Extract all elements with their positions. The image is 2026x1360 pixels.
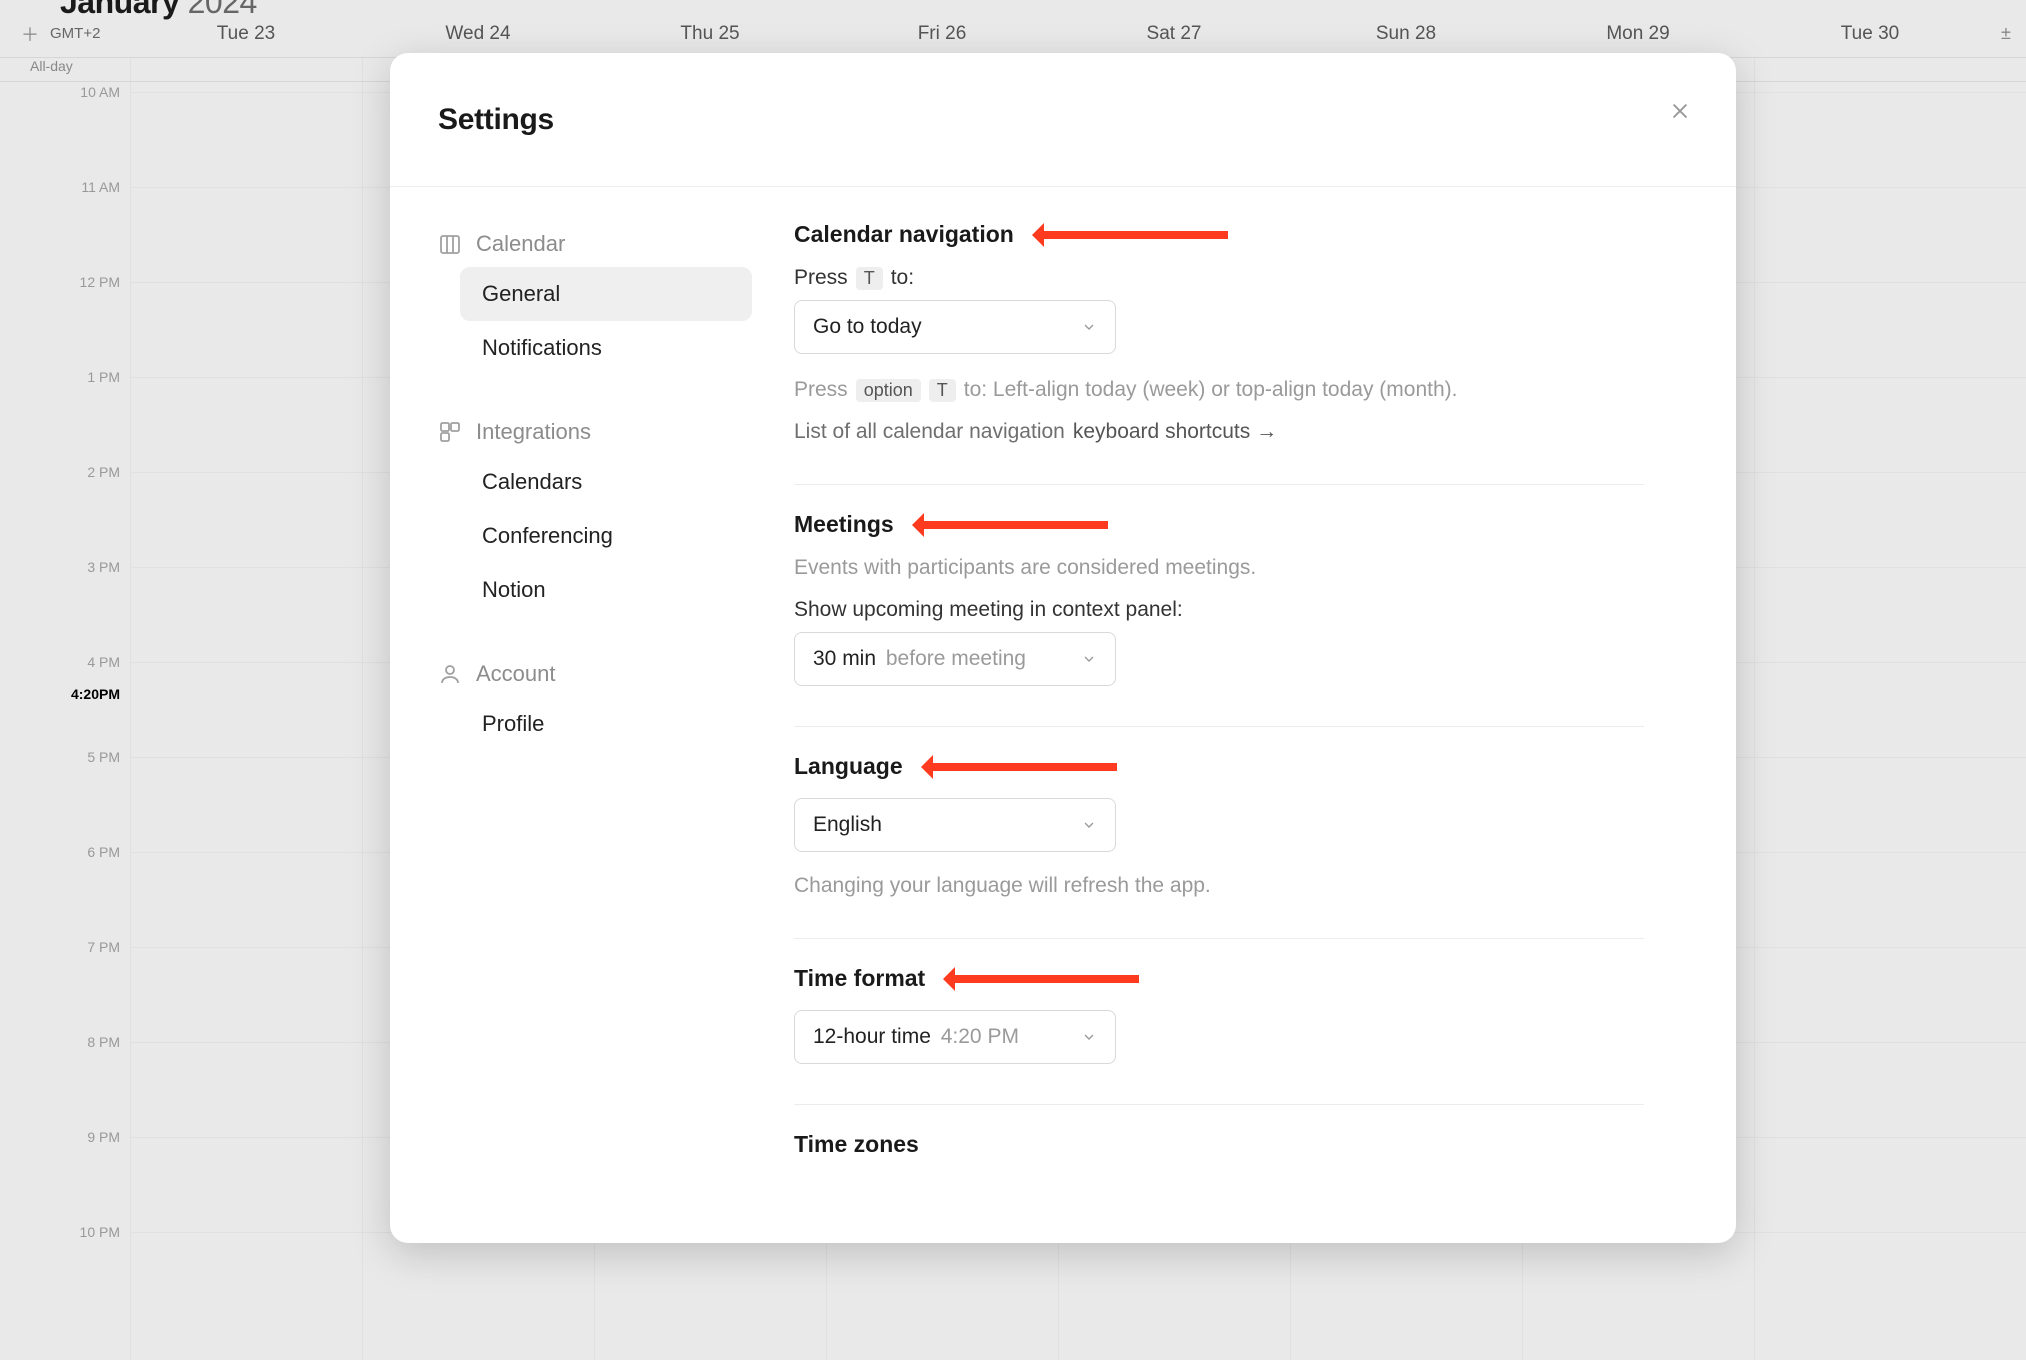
language-hint: Changing your language will refresh the …: [794, 874, 1211, 898]
chevron-down-icon: [1081, 319, 1097, 335]
current-time-label: 4:20PM: [71, 686, 120, 702]
press-label: Press: [794, 266, 848, 290]
language-select[interactable]: English: [794, 798, 1116, 852]
hour-label: 10 AM: [80, 84, 120, 100]
keyboard-shortcuts-link[interactable]: keyboard shortcuts →: [1073, 420, 1277, 444]
calendar-day-headers: ＋ GMT+2 Tue 23 Wed 24 Thu 25 Fri 26 Sat …: [0, 10, 2026, 58]
section-title: Language: [794, 753, 903, 780]
close-button[interactable]: [1662, 93, 1698, 129]
integrations-icon: [438, 420, 462, 444]
account-icon: [438, 662, 462, 686]
sidebar-group-label: Integrations: [476, 419, 591, 445]
hour-label: 1 PM: [87, 369, 120, 385]
hint-prefix: Press: [794, 378, 848, 402]
sidebar-item-notion[interactable]: Notion: [460, 563, 752, 617]
sidebar-item-profile[interactable]: Profile: [460, 697, 752, 751]
sidebar-item-conferencing[interactable]: Conferencing: [460, 509, 752, 563]
sidebar-group-calendar: Calendar: [432, 221, 752, 267]
add-event-button[interactable]: ＋: [20, 24, 40, 44]
hour-label: 11 AM: [81, 179, 120, 195]
annotation-arrow: [1038, 231, 1228, 239]
select-sub: 4:20 PM: [941, 1025, 1019, 1048]
kbd-t: T: [856, 267, 883, 290]
shortcut-prefix: List of all calendar navigation: [794, 420, 1065, 444]
day-header[interactable]: Mon 29: [1522, 23, 1754, 45]
section-time-format: Time format 12-hour time 4:20 PM: [794, 965, 1644, 1105]
sidebar-item-general[interactable]: General: [460, 267, 752, 321]
annotation-arrow: [949, 975, 1139, 983]
close-icon: [1669, 100, 1691, 122]
settings-content: Calendar navigation Press T to: Go to to…: [794, 187, 1736, 1243]
chevron-down-icon: [1081, 651, 1097, 667]
press-to: to:: [891, 266, 914, 290]
section-title: Time format: [794, 965, 925, 992]
hour-label: 10 PM: [80, 1224, 120, 1240]
hour-label: 9 PM: [87, 1129, 120, 1145]
timezone-label: GMT+2: [50, 25, 100, 42]
hour-label: 8 PM: [87, 1034, 120, 1050]
section-title: Calendar navigation: [794, 221, 1014, 248]
kbd-t: T: [929, 379, 956, 402]
hour-label: 5 PM: [87, 749, 120, 765]
select-sub: before meeting: [886, 647, 1026, 670]
hour-label: 6 PM: [87, 844, 120, 860]
day-header[interactable]: Wed 24: [362, 23, 594, 45]
modal-title: Settings: [438, 103, 554, 137]
sidebar-item-notifications[interactable]: Notifications: [460, 321, 752, 375]
chevron-down-icon: [1081, 1029, 1097, 1045]
select-value: 12-hour time: [813, 1025, 931, 1048]
hint-rest: to: Left-align today (week) or top-align…: [964, 378, 1458, 402]
select-value: English: [813, 813, 882, 837]
annotation-arrow: [927, 763, 1117, 771]
hour-label: 7 PM: [87, 939, 120, 955]
modal-header: Settings: [390, 53, 1736, 187]
annotation-arrow: [918, 521, 1108, 529]
hour-label: 12 PM: [80, 274, 120, 290]
section-meetings: Meetings Events with participants are co…: [794, 511, 1644, 727]
section-title: Time zones: [794, 1131, 919, 1158]
sidebar-item-calendars[interactable]: Calendars: [460, 455, 752, 509]
sidebar-group-account: Account: [432, 651, 752, 697]
day-header[interactable]: Thu 25: [594, 23, 826, 45]
calendar-icon: [438, 232, 462, 256]
settings-sidebar: Calendar General Notifications Integrati…: [390, 187, 794, 1243]
time-format-select[interactable]: 12-hour time 4:20 PM: [794, 1010, 1116, 1064]
chevron-down-icon: [1081, 817, 1097, 833]
sidebar-group-integrations: Integrations: [432, 409, 752, 455]
nav-action-select[interactable]: Go to today: [794, 300, 1116, 354]
day-header[interactable]: Sun 28: [1290, 23, 1522, 45]
day-header[interactable]: Tue 30: [1754, 23, 1986, 45]
timezone-toggle-button[interactable]: ±: [1986, 23, 2026, 44]
sidebar-group-label: Calendar: [476, 231, 565, 257]
section-calendar-navigation: Calendar navigation Press T to: Go to to…: [794, 221, 1644, 485]
hour-label: 2 PM: [87, 464, 120, 480]
hour-label: 4 PM: [87, 654, 120, 670]
meeting-lead-time-select[interactable]: 30 min before meeting: [794, 632, 1116, 686]
section-language: Language English Changing your language …: [794, 753, 1644, 939]
kbd-option: option: [856, 379, 921, 402]
hour-label: 3 PM: [87, 559, 120, 575]
section-time-zones: Time zones: [794, 1131, 1644, 1206]
day-header[interactable]: Sat 27: [1058, 23, 1290, 45]
section-title: Meetings: [794, 511, 894, 538]
select-value: 30 min: [813, 647, 876, 670]
day-header[interactable]: Tue 23: [130, 23, 362, 45]
allday-label: All-day: [0, 58, 130, 81]
sidebar-group-label: Account: [476, 661, 556, 687]
meetings-label: Show upcoming meeting in context panel:: [794, 598, 1183, 622]
select-value: Go to today: [813, 315, 922, 339]
day-header[interactable]: Fri 26: [826, 23, 1058, 45]
settings-modal: Settings Calendar General Notifications …: [390, 53, 1736, 1243]
meetings-desc: Events with participants are considered …: [794, 556, 1256, 580]
